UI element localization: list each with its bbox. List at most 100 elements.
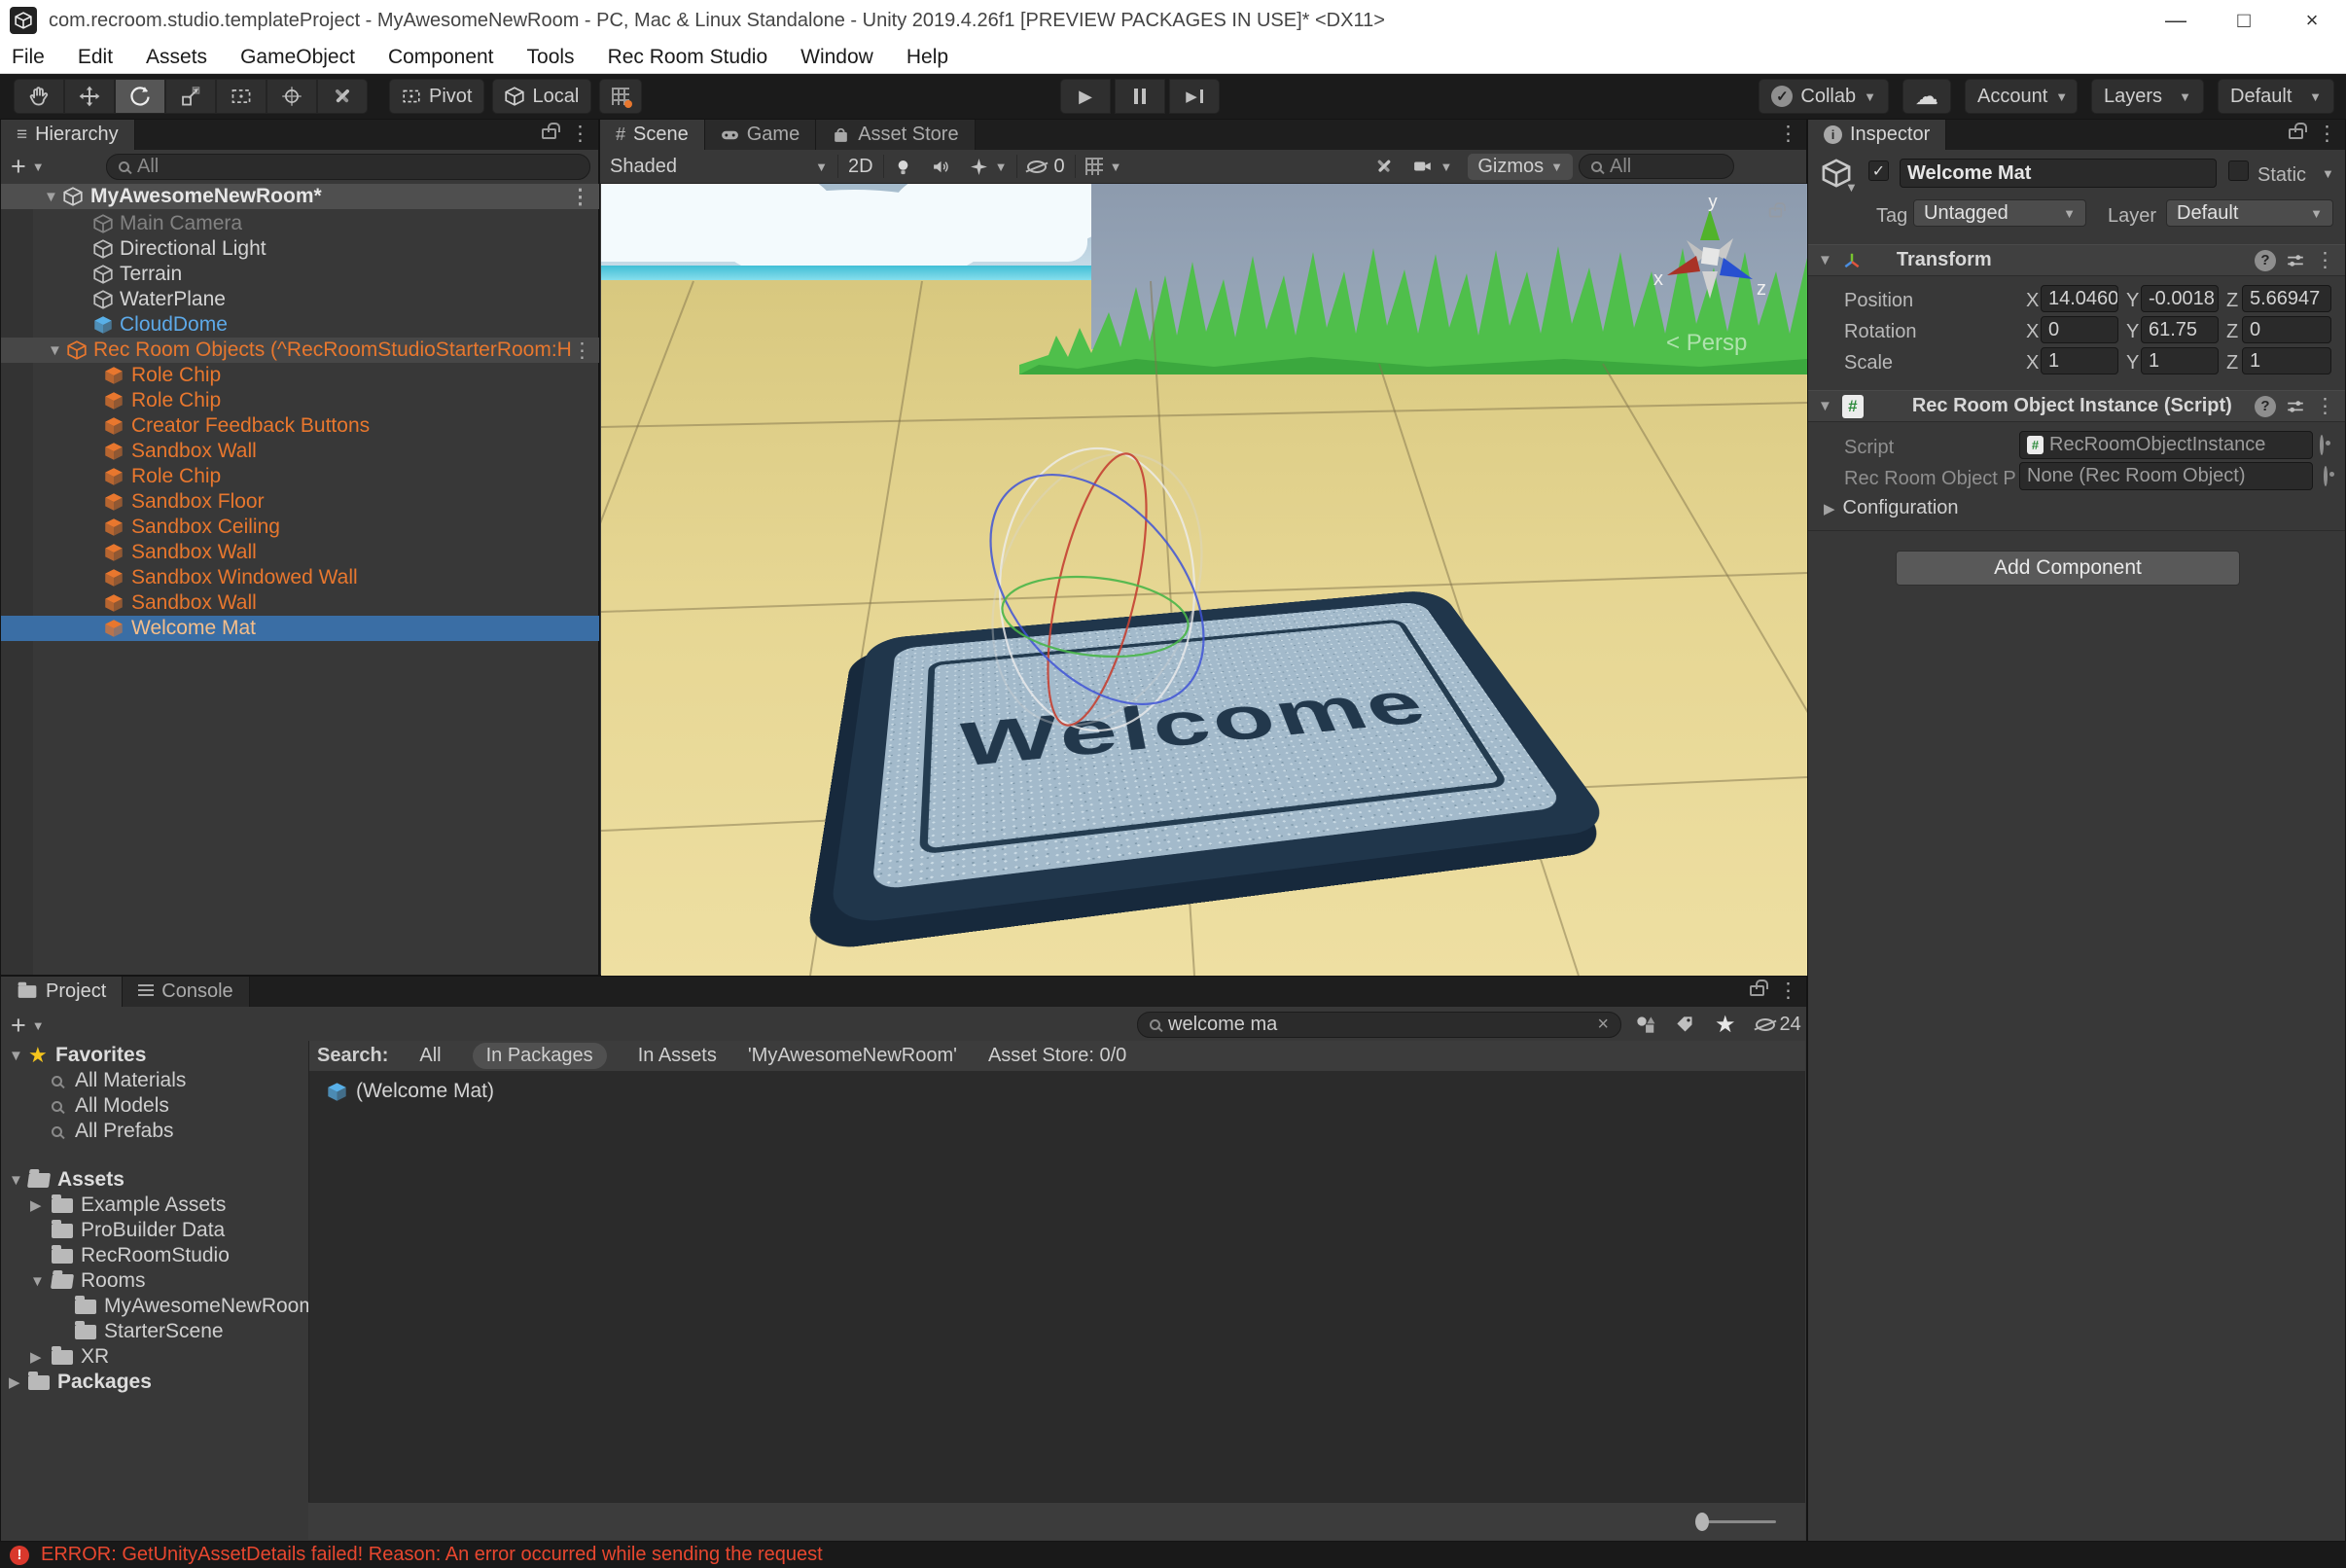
hierarchy-item-sandbox-windowed-wall[interactable]: Sandbox Windowed Wall [1,565,600,590]
scope-asset-store[interactable]: Asset Store: 0/0 [988,1045,1126,1067]
foldout-arrow-icon[interactable]: ▼ [1818,398,1832,414]
rotation-z-field[interactable]: 0 [2242,316,2331,343]
tab-hierarchy[interactable]: ≡ Hierarchy [1,120,135,150]
maximize-button[interactable]: □ [2210,0,2278,41]
status-bar[interactable]: ! ERROR: GetUnityAssetDetails failed! Re… [0,1542,2346,1568]
position-x-field[interactable]: 14.0460 [2041,285,2118,312]
hierarchy-item-main-camera[interactable]: Main Camera [1,211,600,236]
gameobject-name-field[interactable]: Welcome Mat [1900,159,2217,188]
hierarchy-item-role-chip[interactable]: Role Chip [1,388,600,413]
lock-icon[interactable] [2289,128,2303,139]
transform-tool-button[interactable] [267,79,317,114]
menu-help[interactable]: Help [906,46,948,69]
menu-edit[interactable]: Edit [78,46,113,69]
hierarchy-item-waterplane[interactable]: WaterPlane [1,287,600,312]
static-checkbox[interactable] [2228,160,2249,181]
hierarchy-item-sandbox-wall[interactable]: Sandbox Wall [1,439,600,464]
foldout-arrow-icon[interactable]: ▼ [48,342,62,359]
scope-in-assets[interactable]: In Assets [638,1045,717,1067]
project-fav-all-materials[interactable]: All Materials [1,1068,308,1093]
search-by-type-icon[interactable] [1635,1015,1655,1035]
foldout-arrow-icon[interactable]: ▼ [1818,252,1832,268]
scene-row-kebab-icon[interactable]: ⋮ [570,187,590,207]
create-add-caret[interactable]: ▼ [32,160,45,174]
grid-snap-button[interactable] [599,79,642,114]
project-folder-recroomstudio[interactable]: RecRoomStudio [1,1243,308,1268]
foldout-arrow-icon[interactable]: ▶ [30,1196,42,1214]
configuration-foldout[interactable]: ▶ Configuration [1824,497,1959,519]
gizmo-lock-icon[interactable] [1769,208,1783,218]
hierarchy-search-bar[interactable] [106,154,590,180]
scope-in-packages[interactable]: In Packages [473,1043,607,1069]
presets-icon[interactable] [2286,397,2305,416]
tab-project[interactable]: Project [1,977,123,1007]
slider-thumb[interactable] [1695,1513,1709,1531]
menu-tools[interactable]: Tools [527,46,575,69]
scene-search-bar[interactable] [1579,154,1734,179]
add-component-button[interactable]: Add Component [1896,551,2240,586]
create-add-caret[interactable]: ▼ [32,1018,45,1033]
effects-dropdown[interactable]: ▼ [960,150,1017,183]
kebab-menu-icon[interactable]: ⋮ [1778,124,1798,144]
gameobject-caret-icon[interactable]: ▼ [1845,180,1858,195]
static-caret-icon[interactable]: ▼ [2322,166,2334,181]
foldout-arrow-icon[interactable]: ▼ [44,189,58,205]
minimize-button[interactable]: — [2142,0,2210,41]
project-folder-xr[interactable]: ▶ XR [1,1344,308,1370]
project-search-bar[interactable]: × [1137,1012,1621,1038]
foldout-arrow-icon[interactable]: ▼ [9,1172,23,1189]
layout-dropdown[interactable]: Default▼ [2218,79,2334,114]
kebab-menu-icon[interactable]: ⋮ [570,124,590,144]
hierarchy-item-sandbox-wall[interactable]: Sandbox Wall [1,540,600,565]
menu-rec-room-studio[interactable]: Rec Room Studio [608,46,768,69]
search-by-label-icon[interactable] [1675,1015,1695,1035]
scene-search-input[interactable] [1610,156,1722,178]
script-object-field[interactable]: # RecRoomObjectInstance [2019,431,2313,459]
hierarchy-item-terrain[interactable]: Terrain [1,262,600,287]
clear-search-icon[interactable]: × [1597,1014,1609,1036]
shading-mode-dropdown[interactable]: Shaded▼ [600,150,837,183]
scale-tool-button[interactable] [165,79,216,114]
create-add-button[interactable]: + [11,1011,26,1041]
kebab-menu-icon[interactable]: ⋮ [2315,396,2335,416]
item-kebab-icon[interactable]: ⋮ [572,340,592,361]
rotate-gizmo[interactable] [966,427,1228,753]
project-folder-myawesomenewroom[interactable]: MyAwesomeNewRoom [1,1294,308,1319]
scale-z-field[interactable]: 1 [2242,347,2331,374]
project-folder-probuilder-data[interactable]: ProBuilder Data [1,1218,308,1243]
hierarchy-item-clouddome[interactable]: CloudDome [1,312,600,338]
help-icon[interactable]: ? [2255,250,2276,271]
hierarchy-item-role-chip[interactable]: Role Chip [1,363,600,388]
hand-tool-button[interactable] [14,79,64,114]
create-add-button[interactable]: + [11,152,26,182]
scene-viewport[interactable]: Welcome y x z < Persp [601,184,1807,976]
rotation-y-field[interactable]: 61.75 [2141,316,2219,343]
hierarchy-scene-row[interactable]: ▼ MyAwesomeNewRoom* ⋮ [1,184,600,209]
kebab-menu-icon[interactable]: ⋮ [2315,250,2335,270]
project-favorites[interactable]: ▼ ★ Favorites [1,1043,308,1068]
project-folder-rooms[interactable]: ▼ Rooms [1,1268,308,1294]
account-dropdown[interactable]: Account▼ [1965,79,2078,114]
perspective-label[interactable]: < Persp [1666,330,1747,357]
foldout-arrow-icon[interactable]: ▶ [9,1373,20,1391]
collab-button[interactable]: ✓ Collab▼ [1759,79,1889,114]
custom-tools-button[interactable] [317,79,368,114]
presets-icon[interactable] [2286,251,2305,270]
menu-gameobject[interactable]: GameObject [240,46,355,69]
pause-button[interactable] [1115,79,1165,114]
rec-room-object-field[interactable]: None (Rec Room Object) [2019,462,2313,490]
gizmos-dropdown[interactable]: Gizmos▼ [1468,154,1573,180]
close-button[interactable]: × [2278,0,2346,41]
scene-visibility-button[interactable]: 0 [1017,150,1074,183]
pivot-toggle-button[interactable]: Pivot [389,79,484,114]
scene-camera-dropdown[interactable]: ▼ [1404,150,1462,183]
active-checkbox[interactable]: ✓ [1868,160,1889,181]
project-folder-example-assets[interactable]: ▶ Example Assets [1,1193,308,1218]
hierarchy-item-role-chip[interactable]: Role Chip [1,464,600,489]
object-picker-icon[interactable] [2320,435,2324,455]
hierarchy-item-creator-feedback-buttons[interactable]: Creator Feedback Buttons [1,413,600,439]
audio-toggle-button[interactable] [922,150,960,183]
foldout-arrow-icon[interactable]: ▼ [30,1273,45,1290]
cloud-services-button[interactable]: ☁ [1902,79,1951,114]
help-icon[interactable]: ? [2255,396,2276,417]
